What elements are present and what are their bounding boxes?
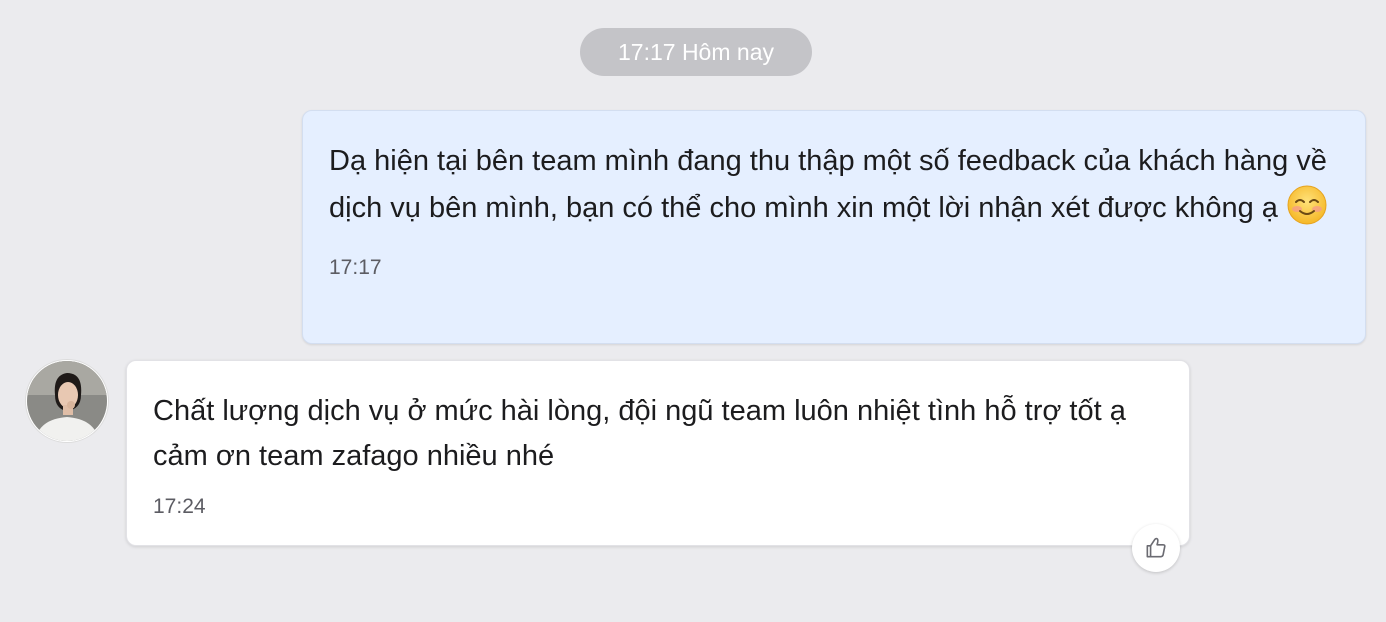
reaction-button[interactable]: [1132, 524, 1180, 572]
date-divider: 17:17 Hôm nay: [580, 28, 812, 76]
outgoing-message-bubble[interactable]: Dạ hiện tại bên team mình đang thu thập …: [302, 110, 1366, 344]
blushing-smile-icon: [1286, 184, 1328, 240]
message-time: 17:17: [329, 256, 382, 279]
message-text-content: Dạ hiện tại bên team mình đang thu thập …: [329, 145, 1327, 224]
message-text: Dạ hiện tại bên team mình đang thu thập …: [329, 139, 1339, 240]
thumbs-up-icon: [1146, 537, 1166, 558]
chat-conversation: 17:17 Hôm nay Dạ hiện tại bên team mình …: [0, 0, 1386, 622]
avatar-photo: [27, 361, 107, 441]
avatar[interactable]: [26, 360, 108, 442]
message-text: Chất lượng dịch vụ ở mức hài lòng, đội n…: [153, 395, 1126, 472]
incoming-message-bubble[interactable]: Chất lượng dịch vụ ở mức hài lòng, đội n…: [126, 360, 1190, 546]
message-time: 17:24: [153, 495, 206, 518]
